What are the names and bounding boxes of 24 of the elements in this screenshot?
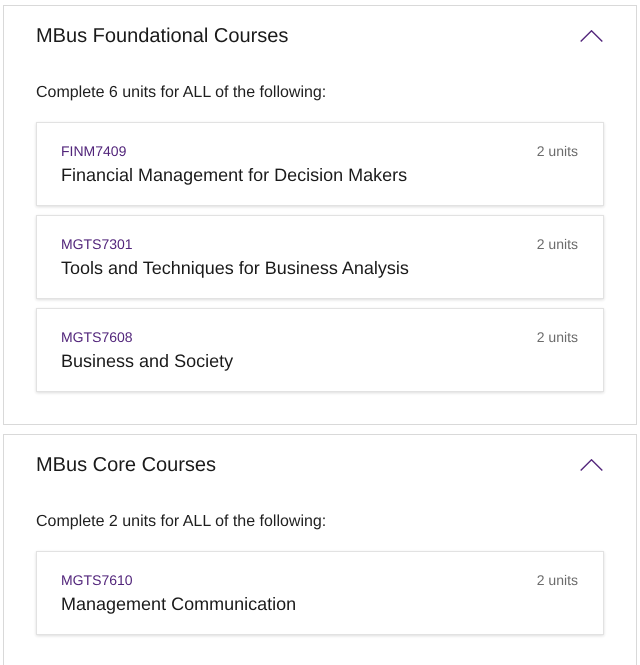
collapse-toggle-button[interactable] xyxy=(580,459,603,471)
course-card[interactable]: FINM7409 2 units Financial Management for Decision Makers xyxy=(36,122,604,206)
section-title: MBus Foundational Courses xyxy=(36,24,288,49)
course-title: Tools and Techniques for Business Analysis xyxy=(61,258,409,278)
course-title: Business and Society xyxy=(61,351,234,371)
chevron-up-icon xyxy=(580,30,603,42)
course-code: MGTS7608 xyxy=(61,328,133,347)
course-code: FINM7409 xyxy=(61,142,126,161)
requirement-text: Complete 2 units for ALL of the following: xyxy=(36,512,328,532)
course-card[interactable]: MGTS7610 2 units Management Communication xyxy=(36,551,604,635)
chevron-up-icon xyxy=(580,459,603,471)
collapse-toggle-button[interactable] xyxy=(580,30,603,42)
course-units: 2 units xyxy=(536,235,578,254)
course-card[interactable]: MGTS7608 2 units Business and Society xyxy=(36,308,604,392)
course-card[interactable]: MGTS7301 2 units Tools and Techniques for Business Analysis xyxy=(36,215,604,299)
requirement-text: Complete 6 units for ALL of the following: xyxy=(36,83,328,103)
course-title: Financial Management for Decision Makers xyxy=(61,165,408,185)
course-units: 2 units xyxy=(536,328,578,347)
course-units: 2 units xyxy=(536,571,578,590)
course-code: MGTS7610 xyxy=(61,571,133,590)
course-title: Management Communication xyxy=(61,594,296,614)
section-title: MBus Core Courses xyxy=(36,453,216,478)
course-units: 2 units xyxy=(536,142,578,161)
course-code: MGTS7301 xyxy=(61,235,133,254)
